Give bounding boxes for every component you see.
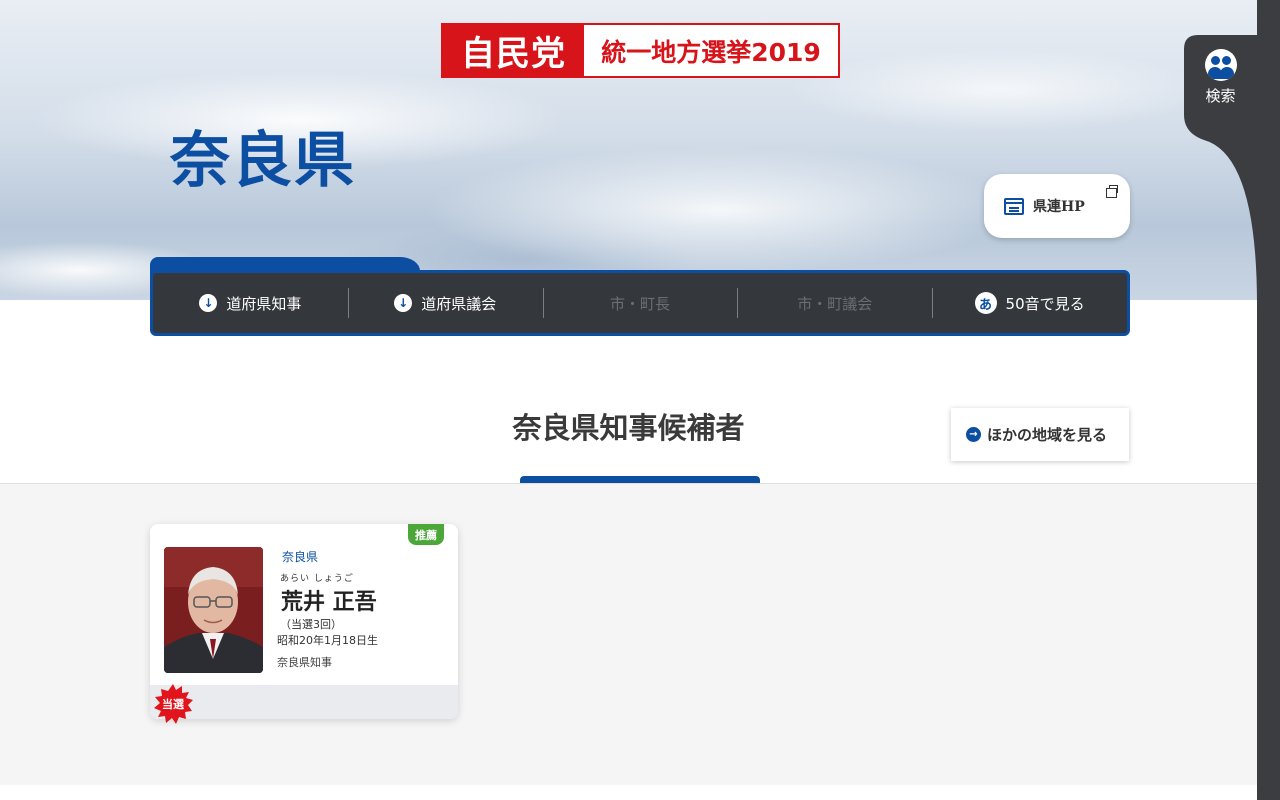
nav-item-label: 道府県知事 <box>226 294 302 313</box>
elected-label: 当選 <box>162 698 184 711</box>
hiragana-a-icon: あ <box>974 292 997 314</box>
recommend-badge: 推薦 <box>408 524 444 545</box>
nav-item-label: 市・町長 <box>609 294 670 313</box>
nav-item-mayor: 市・町長 <box>542 288 738 318</box>
section-underline <box>520 476 760 483</box>
candidate-birthdate: 昭和20年1月18日生 <box>277 634 378 647</box>
nav-item-kana-index[interactable]: あ 50音で見る <box>932 288 1127 318</box>
party-logo-text: 自民党 <box>443 25 584 76</box>
arrow-down-circle-icon: ↓ <box>394 294 413 312</box>
search-tab[interactable]: 検索 <box>1184 35 1257 119</box>
nav-item-city-assembly: 市・町議会 <box>737 288 932 318</box>
party-election-logo[interactable]: 自民党 統一地方選挙2019 <box>441 23 840 78</box>
candidate-name-kana: あらい しょうご <box>280 574 354 584</box>
elected-badge: 当選 <box>153 684 193 724</box>
nav-item-governor[interactable]: ↓ 道府県知事 <box>153 288 348 318</box>
candidate-prefecture: 奈良県 <box>282 550 319 564</box>
candidate-position: 奈良県知事 <box>277 656 332 669</box>
arrow-down-circle-icon: ↓ <box>199 294 218 312</box>
right-side-strip <box>1257 0 1280 800</box>
candidate-photo <box>164 547 263 673</box>
kenren-hp-label: 県連HP <box>1033 199 1085 215</box>
footer-gap <box>0 785 1257 800</box>
card-footer <box>150 685 458 719</box>
candidate-name: 荒井 正吾 <box>281 590 377 615</box>
other-region-button[interactable]: → ほかの地域を見る <box>951 408 1129 461</box>
other-region-label: ほかの地域を見る <box>987 426 1108 444</box>
candidate-card[interactable]: 推薦 奈良県 あらい しょうご 荒井 正吾 （当選3回） 昭和20年1月18日生… <box>150 524 458 719</box>
category-nav: ↓ 道府県知事 ↓ 道府県議会 市・町長 市・町議会 あ 50音で見る <box>150 270 1130 336</box>
people-search-icon <box>1204 49 1237 81</box>
nav-item-label: 50音で見る <box>1005 294 1085 313</box>
arrow-right-circle-icon: → <box>966 427 981 442</box>
nav-item-label: 市・町議会 <box>797 294 873 313</box>
external-link-icon <box>1106 185 1118 198</box>
kenren-hp-button[interactable]: 県連HP <box>984 174 1130 238</box>
election-logo-text: 統一地方選挙2019 <box>601 37 821 67</box>
page-title: 奈良県 <box>170 126 356 196</box>
candidate-terms: （当選3回） <box>280 618 342 631</box>
browser-window-icon <box>1004 197 1024 215</box>
nav-item-prefectural-assembly[interactable]: ↓ 道府県議会 <box>347 288 543 318</box>
nav-item-label: 道府県議会 <box>421 294 497 313</box>
search-label: 検索 <box>1205 87 1236 105</box>
